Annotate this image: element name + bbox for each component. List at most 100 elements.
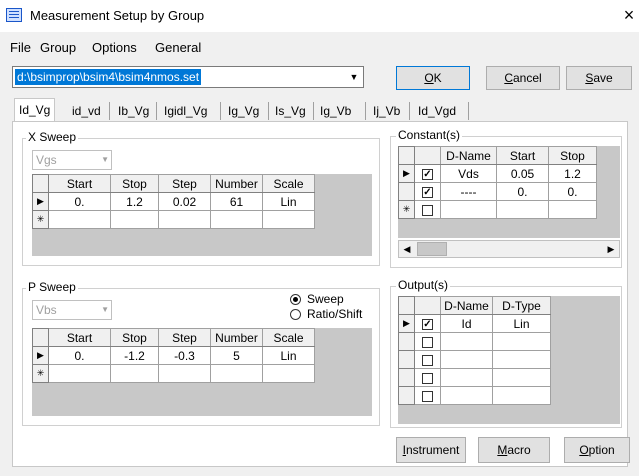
save-button[interactable]: Save bbox=[566, 66, 632, 90]
checkbox-unchecked[interactable] bbox=[422, 204, 433, 216]
tab-separator bbox=[156, 102, 157, 120]
scroll-left-icon[interactable]: ◀ bbox=[399, 241, 415, 257]
empty-cell[interactable] bbox=[440, 350, 493, 369]
checkbox-cell[interactable]: ✓ bbox=[414, 314, 441, 333]
scroll-thumb[interactable] bbox=[417, 242, 447, 256]
row-header[interactable] bbox=[398, 368, 415, 387]
const-stop-cell[interactable]: 0. bbox=[548, 182, 597, 201]
empty-cell[interactable] bbox=[210, 364, 263, 383]
tab-ij-vb[interactable]: Ij_Vb bbox=[373, 102, 400, 122]
menu-options[interactable]: Options bbox=[92, 40, 137, 55]
tab-is-vg[interactable]: Is_Vg bbox=[275, 102, 306, 122]
output-type-cell[interactable]: Lin bbox=[492, 314, 551, 333]
tab-id-vd[interactable]: id_vd bbox=[72, 102, 101, 122]
p-scale-cell[interactable]: Lin bbox=[262, 346, 315, 365]
empty-cell[interactable] bbox=[262, 364, 315, 383]
checkbox-cell[interactable] bbox=[414, 368, 441, 387]
empty-cell[interactable] bbox=[48, 210, 111, 229]
row-pointer-icon[interactable]: ▶ bbox=[32, 346, 49, 365]
const-stop-cell[interactable]: 1.2 bbox=[548, 164, 597, 183]
empty-cell[interactable] bbox=[440, 332, 493, 351]
close-icon[interactable]: × bbox=[619, 4, 639, 26]
x-sweep-variable-select[interactable]: Vgs ▼ bbox=[32, 150, 112, 170]
empty-cell[interactable] bbox=[548, 200, 597, 219]
checkbox-unchecked[interactable] bbox=[422, 336, 433, 348]
save-label: Save bbox=[585, 71, 613, 85]
empty-cell[interactable] bbox=[48, 364, 111, 383]
checkbox-cell[interactable] bbox=[414, 332, 441, 351]
ok-button[interactable]: OK bbox=[396, 66, 470, 90]
empty-cell[interactable] bbox=[110, 210, 159, 229]
ratio-shift-radio[interactable] bbox=[290, 309, 301, 320]
tab-ib-vg[interactable]: Ib_Vg bbox=[118, 102, 149, 122]
tab-id-vg[interactable]: Id_Vg bbox=[14, 98, 56, 122]
empty-cell[interactable] bbox=[492, 368, 551, 387]
row-pointer-icon[interactable]: ▶ bbox=[32, 192, 49, 211]
empty-cell[interactable] bbox=[440, 386, 493, 405]
tab-ig-vg[interactable]: Ig_Vg bbox=[228, 102, 259, 122]
checkbox-cell[interactable]: ✓ bbox=[414, 164, 441, 183]
checkbox-cell[interactable] bbox=[414, 200, 441, 219]
scroll-right-icon[interactable]: ▶ bbox=[603, 241, 619, 257]
const-name-cell[interactable]: ---- bbox=[440, 182, 497, 201]
empty-cell[interactable] bbox=[158, 210, 211, 229]
col-header: Start bbox=[48, 328, 111, 347]
empty-cell[interactable] bbox=[496, 200, 549, 219]
row-header[interactable] bbox=[398, 332, 415, 351]
new-row-icon[interactable]: ✳ bbox=[32, 210, 49, 229]
tab-igidl-vg[interactable]: Igidl_Vg bbox=[164, 102, 207, 122]
menu-general[interactable]: General bbox=[155, 40, 201, 55]
menu-file[interactable]: File bbox=[10, 40, 31, 55]
instrument-button[interactable]: Instrument bbox=[396, 437, 466, 463]
sweep-radio[interactable] bbox=[290, 294, 301, 305]
checkbox-unchecked[interactable] bbox=[422, 372, 433, 384]
option-button[interactable]: Option bbox=[564, 437, 630, 463]
row-pointer-icon[interactable]: ▶ bbox=[398, 164, 415, 183]
checkbox-cell[interactable] bbox=[414, 386, 441, 405]
output-name-cell[interactable]: Id bbox=[440, 314, 493, 333]
cancel-button[interactable]: Cancel bbox=[486, 66, 560, 90]
row-header[interactable] bbox=[398, 182, 415, 201]
row-pointer-icon[interactable]: ▶ bbox=[398, 314, 415, 333]
checkbox-cell[interactable]: ✓ bbox=[414, 182, 441, 201]
empty-cell[interactable] bbox=[158, 364, 211, 383]
x-step-cell[interactable]: 0.02 bbox=[158, 192, 211, 211]
tab-ig-vb[interactable]: Ig_Vb bbox=[320, 102, 351, 122]
checkbox-unchecked[interactable] bbox=[422, 354, 433, 366]
checkbox-checked[interactable]: ✓ bbox=[422, 186, 433, 198]
menu-group[interactable]: Group bbox=[40, 40, 76, 55]
p-number-cell[interactable]: 5 bbox=[210, 346, 263, 365]
checkbox-checked[interactable]: ✓ bbox=[422, 168, 433, 180]
tab-id-vgd[interactable]: Id_Vgd bbox=[418, 102, 456, 122]
const-start-cell[interactable]: 0.05 bbox=[496, 164, 549, 183]
x-number-cell[interactable]: 61 bbox=[210, 192, 263, 211]
p-sweep-variable-select[interactable]: Vbs ▼ bbox=[32, 300, 112, 320]
empty-cell[interactable] bbox=[210, 210, 263, 229]
const-start-cell[interactable]: 0. bbox=[496, 182, 549, 201]
checkbox-cell[interactable] bbox=[414, 350, 441, 369]
empty-cell[interactable] bbox=[440, 368, 493, 387]
chevron-down-icon[interactable]: ▼ bbox=[345, 67, 363, 87]
x-stop-cell[interactable]: 1.2 bbox=[110, 192, 159, 211]
checkbox-checked[interactable]: ✓ bbox=[422, 318, 433, 330]
empty-cell[interactable] bbox=[110, 364, 159, 383]
empty-cell[interactable] bbox=[440, 200, 497, 219]
empty-cell[interactable] bbox=[492, 332, 551, 351]
file-path-combo[interactable]: d:\bsimprop\bsim4\bsim4nmos.set ▼ bbox=[12, 66, 364, 88]
x-scale-cell[interactable]: Lin bbox=[262, 192, 315, 211]
checkbox-unchecked[interactable] bbox=[422, 390, 433, 402]
row-header[interactable] bbox=[398, 350, 415, 369]
p-step-cell[interactable]: -0.3 bbox=[158, 346, 211, 365]
const-name-cell[interactable]: Vds bbox=[440, 164, 497, 183]
empty-cell[interactable] bbox=[492, 386, 551, 405]
empty-cell[interactable] bbox=[492, 350, 551, 369]
constants-scrollbar[interactable]: ◀ ▶ bbox=[398, 240, 620, 258]
p-stop-cell[interactable]: -1.2 bbox=[110, 346, 159, 365]
empty-cell[interactable] bbox=[262, 210, 315, 229]
p-start-cell[interactable]: 0. bbox=[48, 346, 111, 365]
row-header[interactable] bbox=[398, 386, 415, 405]
x-start-cell[interactable]: 0. bbox=[48, 192, 111, 211]
new-row-icon[interactable]: ✳ bbox=[398, 200, 415, 219]
new-row-icon[interactable]: ✳ bbox=[32, 364, 49, 383]
macro-button[interactable]: Macro bbox=[478, 437, 550, 463]
